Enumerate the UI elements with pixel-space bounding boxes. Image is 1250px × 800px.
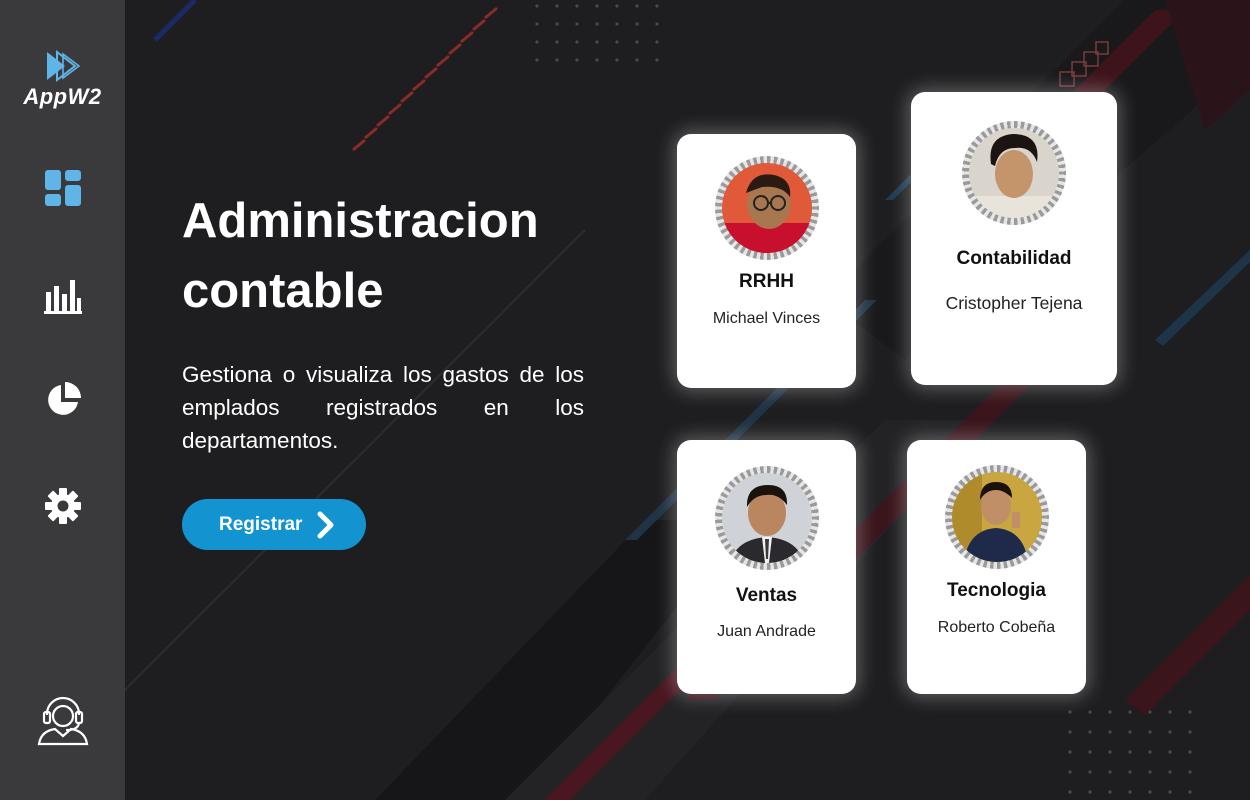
card-employee-name: Michael Vinces	[712, 310, 821, 327]
card-department: Contabilidad	[956, 248, 1072, 269]
app-logo[interactable]: AppW2	[0, 50, 125, 110]
department-card-ventas[interactable]: Ventas Juan Andrade	[677, 440, 856, 694]
dashboard-icon	[45, 170, 81, 206]
bar-chart-icon	[44, 280, 82, 314]
support-button[interactable]	[33, 688, 93, 748]
chevron-right-icon	[316, 511, 336, 539]
register-button[interactable]: Registrar	[182, 499, 366, 550]
avatar-photo	[951, 472, 1042, 562]
avatar-photo	[721, 473, 812, 563]
nav-dashboard[interactable]	[40, 165, 86, 211]
avatar	[714, 156, 819, 260]
avatar	[944, 465, 1049, 569]
nav-settings[interactable]	[40, 483, 86, 529]
card-employee-name: Cristopher Tejena	[945, 293, 1083, 313]
page-title: Administracion contable	[182, 186, 602, 326]
department-card-tecnologia[interactable]: Tecnologia Roberto Cobeña	[907, 440, 1086, 694]
title-line-2: contable	[182, 264, 384, 318]
pie-chart-icon	[48, 382, 81, 415]
card-employee-name: Juan Andrade	[717, 623, 816, 640]
card-employee-name: Roberto Cobeña	[937, 619, 1056, 636]
department-card-rrhh[interactable]: RRHH Michael Vinces	[677, 134, 856, 388]
title-line-1: Administracion	[182, 194, 539, 248]
nav-reports[interactable]	[40, 377, 86, 423]
department-card-contabilidad[interactable]: Contabilidad Cristopher Tejena	[911, 92, 1117, 385]
gear-icon	[45, 488, 81, 524]
avatar	[962, 121, 1066, 225]
page-description: Gestiona o visualiza los gastos de los e…	[182, 362, 584, 453]
card-department: Tecnologia	[947, 580, 1046, 601]
sidebar: AppW2	[0, 0, 125, 800]
support-agent-icon	[37, 696, 89, 746]
play-logo-icon	[46, 50, 80, 82]
nav-statistics[interactable]	[40, 272, 86, 318]
card-department: RRHH	[739, 271, 794, 292]
app-name: AppW2	[23, 84, 102, 109]
avatar-photo	[969, 128, 1059, 218]
card-department: Ventas	[735, 585, 798, 606]
avatar-photo	[721, 163, 812, 253]
avatar	[714, 466, 819, 570]
register-button-label: Registrar	[219, 513, 303, 535]
